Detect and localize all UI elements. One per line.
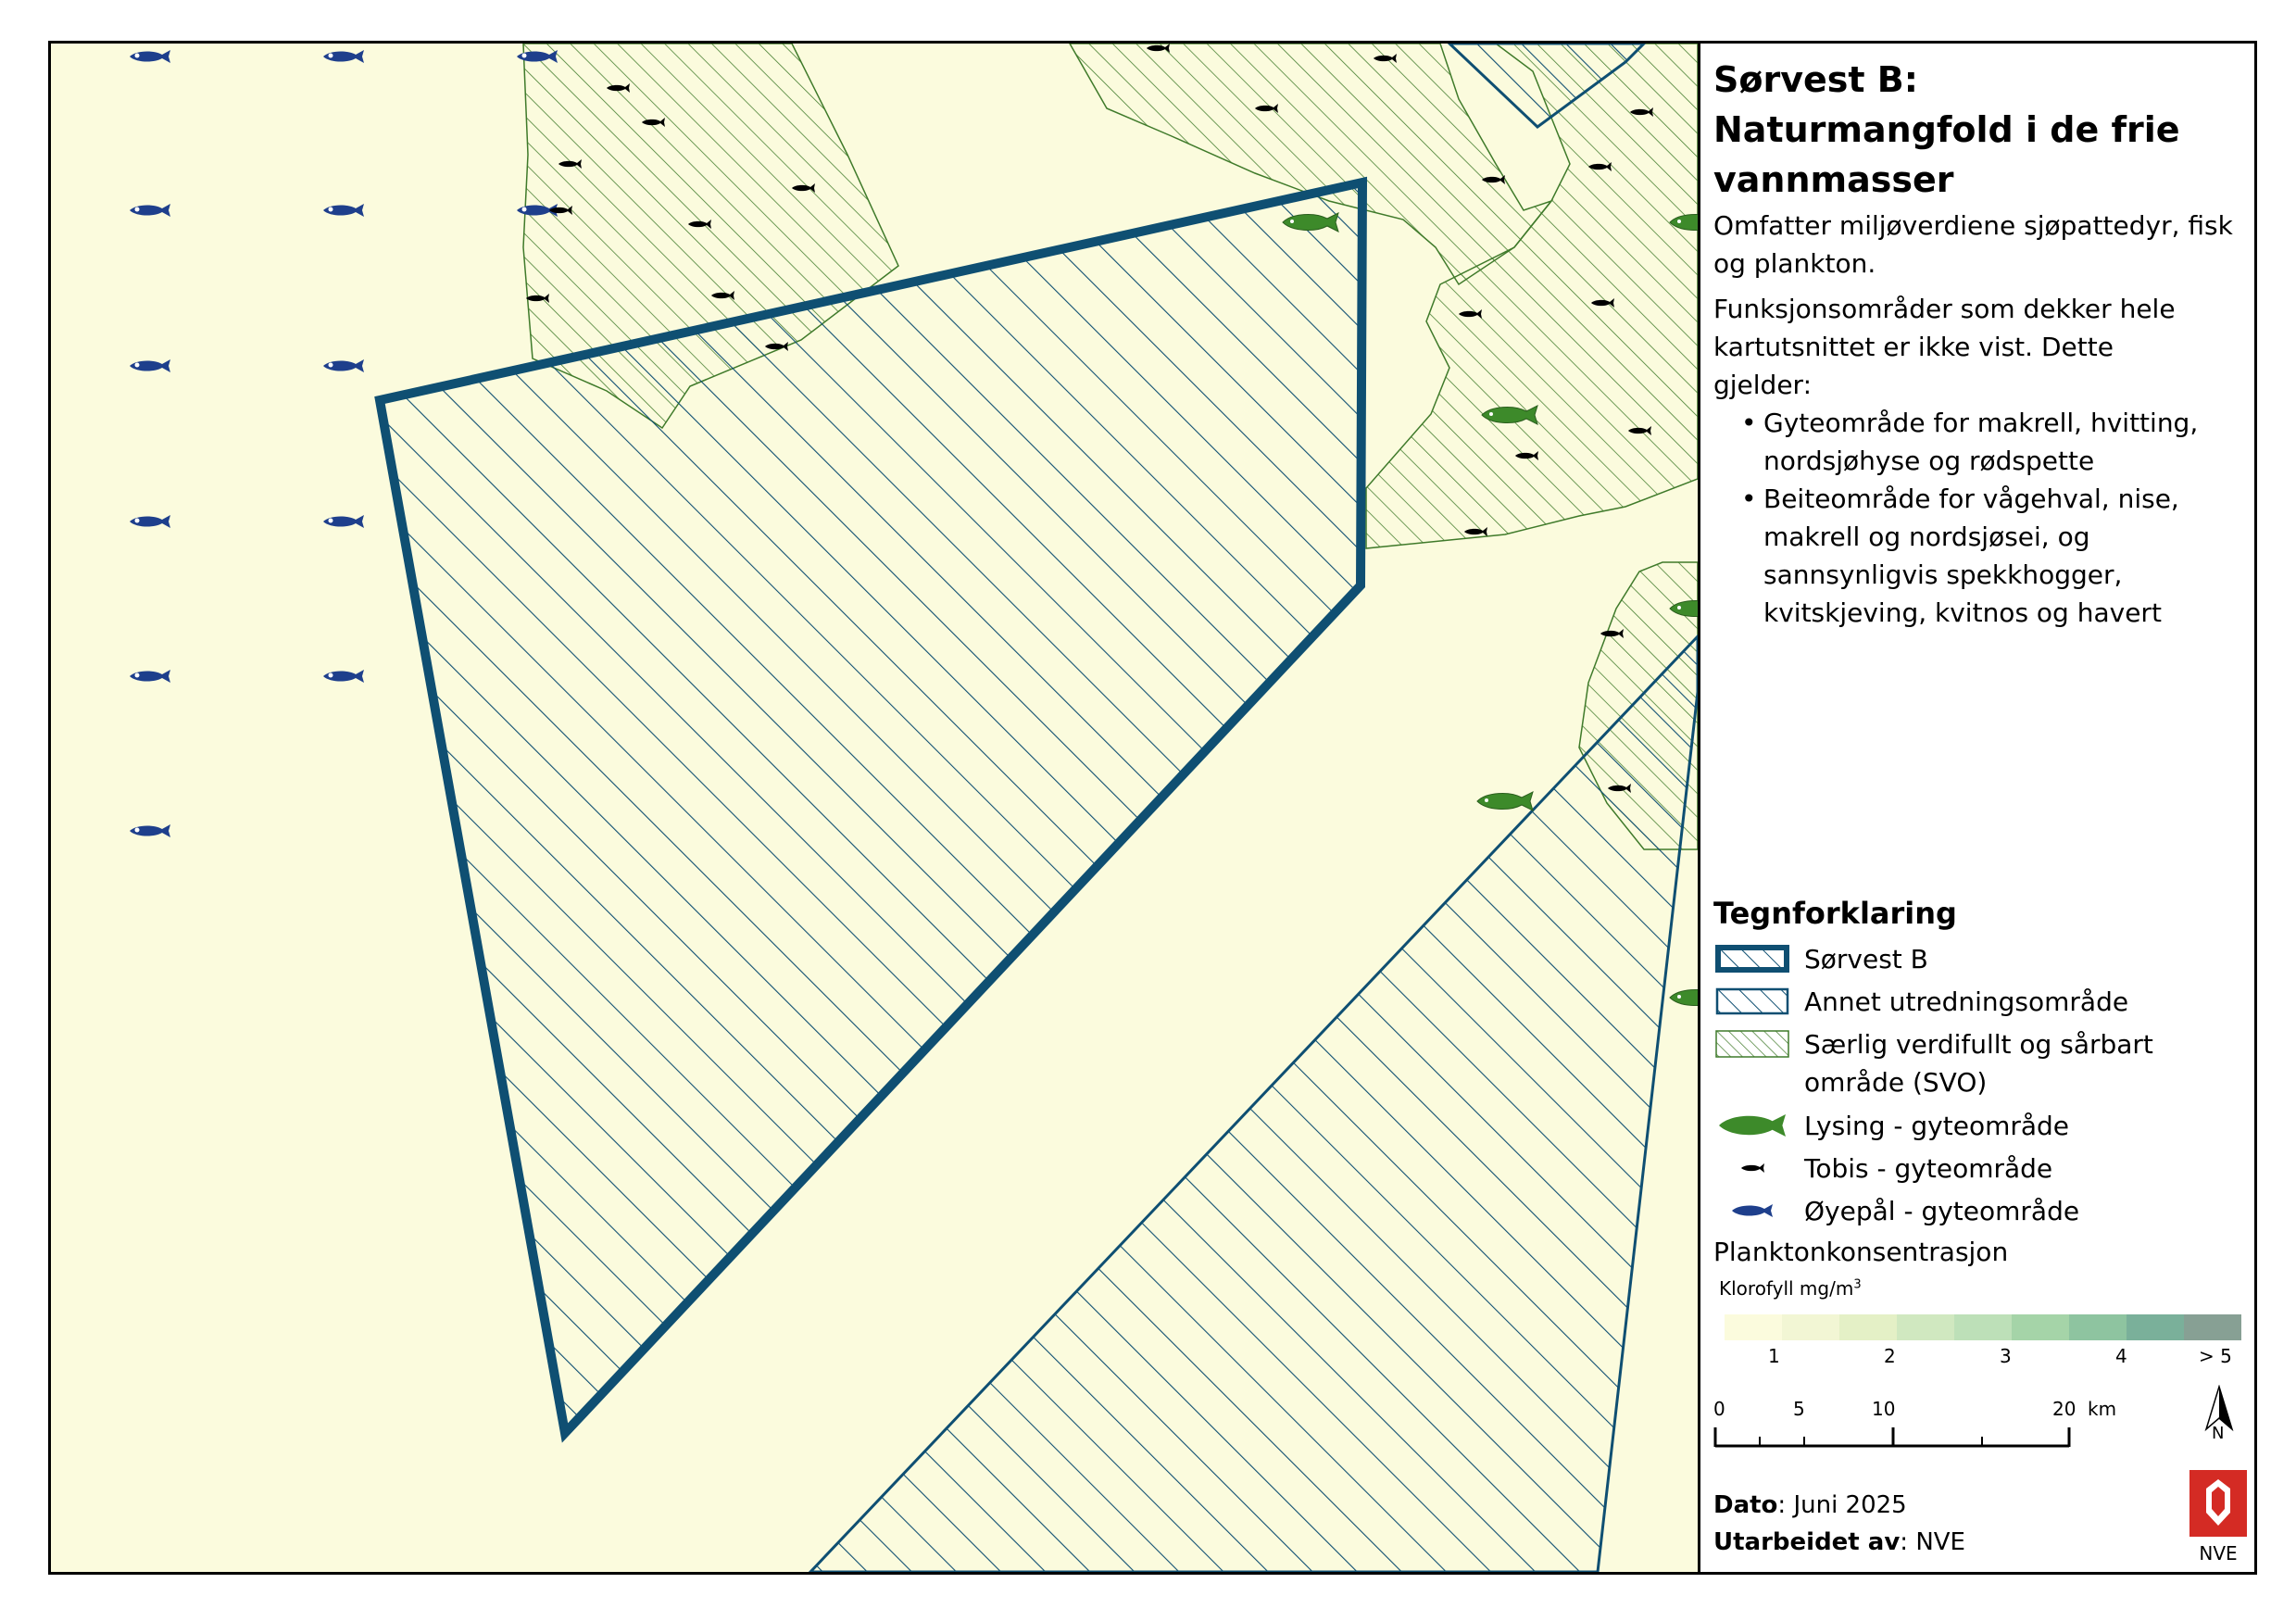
legend-label: Særlig verdifullt og sårbart område (SVO… <box>1804 1029 2153 1098</box>
legend-title: Tegnforklaring <box>1713 896 1957 931</box>
plankton-title: Planktonkonsentrasjon <box>1713 1237 2009 1267</box>
ramp-label: > 5 <box>2199 1345 2232 1367</box>
north-arrow: N <box>2201 1384 2238 1446</box>
title-line-2: Naturmangfold i de frie <box>1713 109 2180 150</box>
logo-text: NVE <box>2199 1542 2238 1564</box>
thick-blue-hatched-box-icon <box>1713 940 1791 977</box>
functions-intro: Funksjonsområder som dekker hele kartuts… <box>1713 294 2176 400</box>
ramp-label: 2 <box>1884 1345 1896 1367</box>
ramp-swatch <box>1954 1314 2012 1340</box>
panel-title: Sørvest B: Naturmangfold i de frie vannm… <box>1713 55 2254 205</box>
side-panel: Sørvest B: Naturmangfold i de frie vannm… <box>1698 44 2254 1572</box>
ramp-swatch <box>2184 1314 2241 1340</box>
legend-item-tobis: Tobis - gyteområde <box>1713 1150 2052 1187</box>
legend-label: Lysing - gyteområde <box>1804 1111 2070 1141</box>
ramp-swatch <box>2069 1314 2127 1340</box>
scale-label: 10 <box>1872 1398 1896 1420</box>
bullet-item: Beiteområde for vågehval, nise, makrell … <box>1741 480 2254 632</box>
scale-label: 0 <box>1713 1398 1725 1420</box>
ramp-label: 1 <box>1768 1345 1780 1367</box>
legend-label: Annet utredningsområde <box>1804 986 2129 1017</box>
legend-label: Tobis - gyteområde <box>1804 1153 2053 1184</box>
ramp-label: 4 <box>2115 1345 2127 1367</box>
blue-fish-icon <box>1713 1192 1791 1229</box>
ramp-swatch <box>1897 1314 1954 1340</box>
ramp-swatch <box>2127 1314 2184 1340</box>
north-label: N <box>2212 1424 2225 1443</box>
ramp-swatch <box>1782 1314 1839 1340</box>
ramp-swatch <box>1725 1314 1782 1340</box>
map-canvas[interactable] <box>51 44 1698 1572</box>
map-svg <box>130 44 1698 1572</box>
legend-item-lysing: Lysing - gyteområde <box>1713 1107 2069 1145</box>
ramp-swatch <box>2012 1314 2069 1340</box>
scale-label: 5 <box>1793 1398 1805 1420</box>
footer-info: Dato: Juni 2025 Utarbeidet av: NVE <box>1713 1491 1965 1556</box>
scale-label: 20 <box>2052 1398 2076 1420</box>
klorofyll-label: Klorofyll mg/m3 <box>1719 1277 1862 1300</box>
map-frame: Sørvest B: Naturmangfold i de frie vannm… <box>48 41 2257 1575</box>
legend-label: Øyepål - gyteområde <box>1804 1196 2080 1226</box>
legend-item-annet: Annet utredningsområde <box>1713 983 2128 1021</box>
black-fish-icon <box>1713 1150 1791 1187</box>
legend-item-oyepal: Øyepål - gyteområde <box>1713 1192 2079 1230</box>
plankton-color-ramp <box>1725 1314 2241 1340</box>
green-hatched-box-icon <box>1713 1025 1791 1062</box>
green-fish-icon <box>1713 1107 1791 1144</box>
title-line-3: vannmasser <box>1713 159 1954 200</box>
scale-unit: km <box>2088 1398 2117 1420</box>
legend-label: Sørvest B <box>1804 944 1928 974</box>
bullet-list: Gyteområde for makrell, hvitting, nordsj… <box>1713 404 2254 632</box>
thin-blue-hatched-box-icon <box>1713 983 1791 1020</box>
legend-item-sorvest-b: Sørvest B <box>1713 940 1928 978</box>
ramp-label: 3 <box>2000 1345 2012 1367</box>
legend-item-svo: Særlig verdifullt og sårbart område (SVO… <box>1713 1025 2249 1101</box>
ramp-swatch <box>1839 1314 1897 1340</box>
scale-bar <box>1713 1427 2071 1448</box>
description: Omfatter miljøverdiene sjøpattedyr, fisk… <box>1713 210 2233 279</box>
bullet-item: Gyteområde for makrell, hvitting, nordsj… <box>1741 404 2254 480</box>
title-line-1: Sørvest B: <box>1713 59 1918 100</box>
nve-logo: NVE <box>2189 1470 2247 1564</box>
